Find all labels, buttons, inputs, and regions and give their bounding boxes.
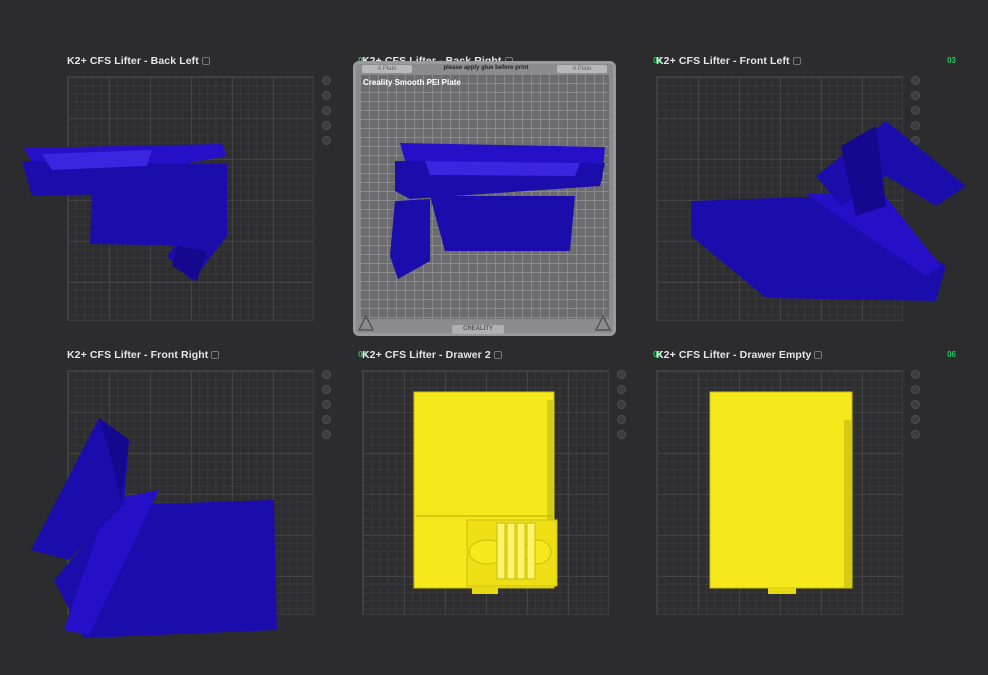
lock-icon[interactable] <box>617 415 626 424</box>
edit-icon[interactable] <box>792 57 801 66</box>
model-front-right[interactable] <box>29 410 289 650</box>
model-drawer-2[interactable] <box>412 390 562 600</box>
plate-title[interactable]: K2+ CFS Lifter - Front Left <box>656 55 801 69</box>
plate-04[interactable]: K2+ CFS Lifter - Front Right 04 <box>31 349 367 640</box>
plate-title[interactable]: K2+ CFS Lifter - Drawer 2 <box>362 349 502 363</box>
plate-tag-right: A Plate <box>557 65 607 73</box>
model-front-left[interactable] <box>686 116 976 316</box>
plate-03[interactable]: K2+ CFS Lifter - Front Left 03 <box>656 55 966 346</box>
close-icon[interactable] <box>322 370 331 379</box>
apply-glue-message: please apply glue before print <box>443 65 529 71</box>
close-icon[interactable] <box>322 76 331 85</box>
plate-tag-left: A Plate <box>362 65 412 73</box>
plate-title[interactable]: K2+ CFS Lifter - Drawer Empty <box>656 349 823 363</box>
arrange-icon[interactable] <box>617 385 626 394</box>
edit-icon[interactable] <box>211 351 220 360</box>
arrange-icon[interactable] <box>911 91 920 100</box>
model-drawer-empty[interactable] <box>708 390 858 600</box>
brand-label: CREALITY <box>452 325 504 334</box>
model-back-right[interactable] <box>390 141 620 301</box>
lock-icon[interactable] <box>322 415 331 424</box>
warning-icon <box>358 315 374 331</box>
plate-toolbar <box>322 370 334 445</box>
plate-title[interactable]: K2+ CFS Lifter - Back Left <box>67 55 210 69</box>
arrange-icon[interactable] <box>322 385 331 394</box>
arrange-icon[interactable] <box>911 385 920 394</box>
settings-icon[interactable] <box>322 430 331 439</box>
warning-icon <box>595 315 611 331</box>
settings-icon[interactable] <box>911 430 920 439</box>
plate-01[interactable]: K2+ CFS Lifter - Back Left 01 <box>22 55 367 346</box>
edit-icon[interactable] <box>493 351 502 360</box>
orient-icon[interactable] <box>911 106 920 115</box>
orient-icon[interactable] <box>322 106 331 115</box>
plate-05[interactable]: K2+ CFS Lifter - Drawer 2 05 <box>362 349 662 640</box>
orient-icon[interactable] <box>322 400 331 409</box>
orient-icon[interactable] <box>617 400 626 409</box>
edit-icon[interactable] <box>814 351 823 360</box>
bed-type-label: Creality Smooth PEI Plate <box>363 78 461 87</box>
close-icon[interactable] <box>617 370 626 379</box>
settings-icon[interactable] <box>322 136 331 145</box>
plate-02[interactable]: K2+ CFS Lifter - Back Right 02 A Plate p… <box>353 55 662 346</box>
lock-icon[interactable] <box>911 415 920 424</box>
arrange-icon[interactable] <box>322 91 331 100</box>
close-icon[interactable] <box>911 76 920 85</box>
plate-06[interactable]: K2+ CFS Lifter - Drawer Empty 06 <box>656 349 956 640</box>
edit-icon[interactable] <box>201 57 210 66</box>
plate-toolbar <box>322 76 334 151</box>
plate-index: 03 <box>947 56 956 65</box>
plate-index: 06 <box>947 350 956 359</box>
close-icon[interactable] <box>911 370 920 379</box>
lock-icon[interactable] <box>322 121 331 130</box>
plate-title[interactable]: K2+ CFS Lifter - Front Right <box>67 349 220 363</box>
plate-toolbar <box>911 370 923 445</box>
plate-toolbar <box>617 370 629 445</box>
model-back-left[interactable] <box>22 136 282 376</box>
settings-icon[interactable] <box>617 430 626 439</box>
orient-icon[interactable] <box>911 400 920 409</box>
